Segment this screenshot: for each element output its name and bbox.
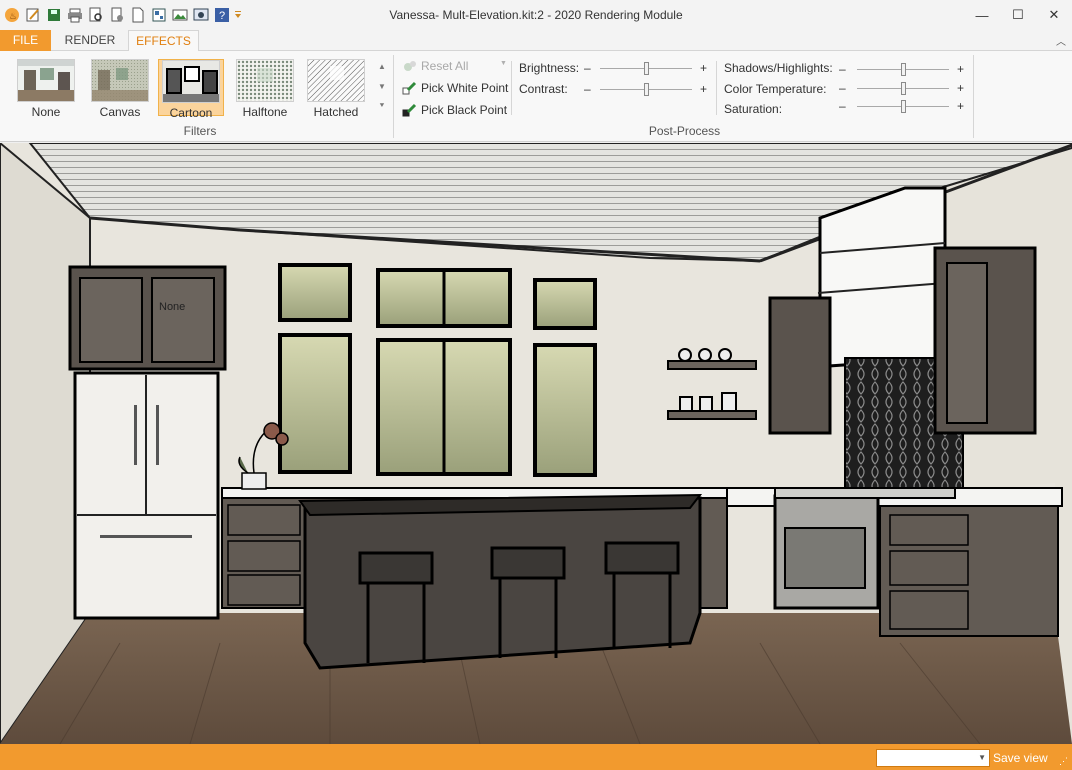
black-eyedropper-icon [402,103,417,117]
help-icon[interactable]: ? [212,6,231,24]
effects-ribbon: None Canvas Cartoon Halftone Hatched ▲ ▼… [0,51,1072,142]
shadows-highlights-decrease-button[interactable]: – [839,62,846,76]
filters-group-label: Filters [183,124,217,138]
app-logo-icon[interactable]: ♨ [2,6,21,24]
post-process-group-label: Post-Process [648,124,721,138]
shadows-highlights-slider[interactable]: – + [839,62,969,77]
layout-icon[interactable] [149,6,168,24]
filter-label: Hatched [313,105,359,119]
maximize-button[interactable]: ☐ [1000,0,1036,30]
color-temperature-label: Color Temperature: [724,82,827,96]
brightness-slider-thumb[interactable] [644,62,649,75]
reset-dropdown-icon[interactable]: ▼ [500,60,507,67]
color-temperature-increase-button[interactable]: + [957,81,964,95]
minimize-button[interactable]: — [964,0,1000,30]
reset-icon [404,61,416,71]
group-divider [716,61,717,115]
status-bar: ▼ Save view ⋰ [0,744,1072,770]
contrast-decrease-button[interactable]: – [584,82,591,96]
pick-white-point-label: Pick White Point [421,81,509,95]
reset-all-button[interactable]: Reset All [402,56,468,76]
viewport-label: None [159,301,186,313]
close-button[interactable]: ✕ [1036,0,1072,30]
pick-black-point-label: Pick Black Point [421,103,508,117]
save-icon[interactable] [44,6,63,24]
contrast-increase-button[interactable]: + [700,82,707,96]
color-temperature-slider[interactable]: – + [839,81,969,96]
customize-dropdown-icon[interactable] [233,6,243,24]
svg-text:?: ? [219,10,225,22]
reset-all-label: Reset All [421,59,469,73]
svg-text:♨: ♨ [9,11,17,21]
contrast-label: Contrast: [519,82,568,96]
brightness-increase-button[interactable]: + [700,61,707,75]
group-divider [511,61,512,115]
shadows-highlights-label: Shadows/Highlights: [724,61,833,75]
brightness-slider[interactable]: – + [584,61,712,76]
kitchen-render-image [0,143,1072,744]
tab-effects[interactable]: EFFECTS [128,30,199,52]
saturation-increase-button[interactable]: + [957,99,964,113]
tab-file[interactable]: FILE [0,30,51,51]
saturation-slider-thumb[interactable] [901,100,906,113]
filter-canvas[interactable]: Canvas [87,59,153,119]
contrast-slider[interactable]: – + [584,82,712,97]
collapse-ribbon-icon[interactable]: ︿ [1056,33,1066,48]
document-settings-icon[interactable] [107,6,126,24]
image-icon[interactable] [170,6,189,24]
group-divider [973,55,974,138]
filter-halftone-thumbnail [236,59,294,102]
save-view-button[interactable]: Save view [993,751,1048,765]
gallery-more-icon[interactable]: ⯆ [376,100,388,111]
quick-access-toolbar: ♨ ? [2,5,245,25]
saturation-slider[interactable]: – + [839,99,969,114]
color-temperature-decrease-button[interactable]: – [839,81,846,95]
tab-render[interactable]: RENDER [56,30,124,51]
gallery-scroll: ▲ ▼ ⯆ [376,61,388,113]
gallery-scroll-down-icon[interactable]: ▼ [376,81,388,92]
filter-halftone[interactable]: Halftone [232,59,298,119]
filter-none-thumbnail [17,59,75,102]
saturation-label: Saturation: [724,102,783,116]
shadows-highlights-increase-button[interactable]: + [957,62,964,76]
filter-hatched-thumbnail [307,59,365,102]
filter-cartoon[interactable]: Cartoon [158,59,224,120]
view-select[interactable]: ▼ [876,749,990,767]
print-icon[interactable] [65,6,84,24]
filter-canvas-thumbnail [91,59,149,102]
white-eyedropper-icon [402,81,417,95]
render-viewport[interactable]: None [0,143,1072,744]
filter-label: Cartoon [169,106,213,120]
gallery-scroll-up-icon[interactable]: ▲ [376,61,388,72]
ribbon-tabs: FILE RENDER EFFECTS ︿ [0,30,1072,52]
contrast-slider-thumb[interactable] [644,83,649,96]
edit-icon[interactable] [23,6,42,24]
screenshot-icon[interactable] [191,6,210,24]
filter-label: None [31,105,61,119]
saturation-decrease-button[interactable]: – [839,99,846,113]
color-temperature-slider-thumb[interactable] [901,82,906,95]
new-document-icon[interactable] [128,6,147,24]
filter-label: Halftone [242,105,288,119]
title-bar: ♨ ? Vanessa- Mult-Elevation.kit:2 - 2020… [0,0,1072,30]
brightness-label: Brightness: [519,61,580,75]
filter-hatched[interactable]: Hatched [303,59,369,119]
filter-none[interactable]: None [13,59,79,119]
pick-white-point-button[interactable]: Pick White Point [402,78,508,98]
print-preview-icon[interactable] [86,6,105,24]
group-divider [393,55,394,138]
filter-label: Canvas [99,105,141,119]
pick-black-point-button[interactable]: Pick Black Point [402,100,507,120]
resize-grip-icon[interactable]: ⋰ [1059,756,1068,767]
chevron-down-icon[interactable]: ▼ [978,753,986,762]
filter-cartoon-thumbnail [162,60,220,103]
shadows-highlights-slider-thumb[interactable] [901,63,906,76]
brightness-decrease-button[interactable]: – [584,61,591,75]
